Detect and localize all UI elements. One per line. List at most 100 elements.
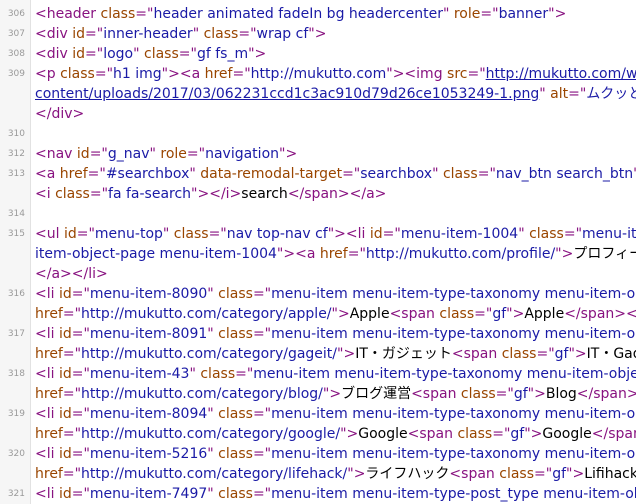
code-text: href="http://mukutto.com/category/blog/"… [35, 384, 636, 404]
attribute-token: id [63, 226, 77, 242]
attribute-token: id [76, 146, 90, 162]
source-line: content/uploads/2017/03/062231ccd1c3ac91… [0, 84, 636, 104]
code-text: <header class="header animated fadeIn bg… [35, 4, 566, 24]
value-token: http://mukutto.com [250, 66, 387, 82]
tag-token: =" [62, 306, 82, 322]
line-number: 309 [7, 69, 25, 79]
source-line: 308 <div id="logo" class="gf fs_m"> [0, 44, 636, 64]
tag-token: =" [178, 46, 197, 62]
source-line: 306 <header class="header animated fadeIn… [0, 4, 636, 24]
tag-token: "> [555, 246, 574, 262]
value-token: menu-item-8091 [89, 326, 208, 342]
tag-token: <li [35, 486, 59, 502]
text-token: プロフィール [573, 246, 636, 262]
tag-token: " [207, 486, 219, 502]
source-line: 309 <p class="h1 img"><a href="http://muk… [0, 64, 636, 84]
attribute-token: class [203, 26, 239, 42]
value-token: http://mukutto.com/category/gageit/ [81, 346, 338, 362]
value-token: menu-item menu-item-type-taxonomy menu-i… [271, 446, 636, 462]
tag-token: <i [35, 186, 56, 202]
code-text: <li id="menu-item-8091" class="menu-item… [35, 324, 636, 344]
tag-token: " [539, 86, 551, 102]
tag-token: <p [35, 66, 61, 82]
attribute-token: class [100, 6, 136, 22]
tag-token: =" [208, 226, 227, 242]
attribute-token: class [457, 426, 493, 442]
tag-token: =" [536, 346, 555, 362]
attribute-token: href [35, 466, 63, 482]
tag-token: " [149, 146, 161, 162]
value-token: menu-item-8090 [89, 286, 208, 302]
code-text: </a></li> [35, 264, 108, 284]
line-number: 310 [7, 129, 25, 139]
code-text: <div id="inner-header" class="wrap cf"> [35, 24, 326, 44]
attribute-token: class [501, 346, 537, 362]
code-text: <a href="#searchbox" data-remodal-target… [35, 164, 636, 184]
attribute-token: class [144, 46, 179, 62]
value-token: nav top-nav cf [226, 226, 328, 242]
value-token: http://mukutto.com/profile/ [365, 246, 556, 262]
source-viewer[interactable]: 306 <header class="header animated fadeIn… [0, 0, 636, 504]
value-token: menu-top [94, 226, 163, 242]
attribute-token: id [58, 286, 72, 302]
attribute-token: class [218, 486, 253, 502]
attribute-token: href [35, 346, 63, 362]
tag-token: "><a [276, 246, 320, 262]
tag-token: =" [89, 146, 108, 162]
code-text: <nav id="g_nav" role="navigation"> [35, 144, 297, 164]
value-token: http://mukutto.com/category/google/ [81, 426, 341, 442]
line-number: 312 [7, 149, 25, 159]
source-line: 316 <li id="menu-item-8090" class="menu-i… [0, 284, 636, 304]
line-number: 314 [7, 209, 25, 219]
value-token: inner-header [103, 26, 193, 42]
tag-token: "> [527, 386, 546, 402]
line-number: 316 [7, 289, 25, 299]
tag-token: </div> [35, 106, 85, 122]
tag-token: <span [407, 426, 458, 442]
source-line: href="http://mukutto.com/category/lifeha… [0, 464, 636, 484]
tag-token: " [207, 406, 219, 422]
attribute-token: id [58, 366, 72, 382]
value-token: searchbox [360, 166, 433, 182]
tag-token: =" [71, 406, 90, 422]
tag-token: =" [382, 226, 401, 242]
tag-token: </a></li> [35, 266, 108, 282]
tag-token: =" [467, 66, 486, 82]
tag-token: =" [495, 386, 514, 402]
value-token: gf [554, 346, 569, 362]
attribute-token: href [204, 66, 233, 82]
source-line: 307 <div id="inner-header" class="wrap cf… [0, 24, 636, 44]
tag-token: </span></a></li> [576, 386, 636, 402]
line-number: 315 [7, 229, 25, 239]
source-line: 310 [0, 124, 636, 144]
tag-token: "> [340, 426, 359, 442]
tag-token: =" [477, 166, 496, 182]
tag-token: =" [62, 466, 82, 482]
code-text: <li id="menu-item-8094" class="menu-item… [35, 404, 636, 424]
tag-token: " [518, 226, 530, 242]
attribute-token: class [200, 366, 236, 382]
value-token: g_nav [107, 146, 150, 162]
value-token: nav_btn search_btn [495, 166, 634, 182]
source-line: 321 <li id="menu-item-7497" class="menu-i… [0, 484, 636, 504]
attribute-token: id [58, 486, 72, 502]
value-token: ムクッと [586, 86, 636, 102]
text-token: IT・Gadget [586, 346, 636, 362]
text-token: ブログ運営 [341, 386, 412, 402]
source-link[interactable]: http://mukutto.com/wp- [486, 66, 636, 82]
tag-token: <li [35, 406, 59, 422]
tag-token: =" [568, 86, 587, 102]
source-link[interactable]: content/uploads/2017/03/062231ccd1c3ac91… [35, 86, 539, 102]
tag-token: <header [35, 6, 101, 22]
source-line: 317 <li id="menu-item-8091" class="menu-i… [0, 324, 636, 344]
line-number: 318 [7, 369, 25, 379]
tag-token: "><a [161, 66, 205, 82]
value-token: http://mukutto.com/category/apple/ [81, 306, 332, 322]
attribute-token: src [447, 66, 468, 82]
tag-token: =" [62, 426, 82, 442]
code-text: <i class="fa fa-search"></i>search</span… [35, 184, 386, 204]
tag-token: <ul [35, 226, 64, 242]
tag-token: "> [308, 26, 327, 42]
code-text: <p class="h1 img"><a href="http://mukutt… [35, 64, 636, 84]
tag-token: </span></a></li> [564, 306, 636, 322]
